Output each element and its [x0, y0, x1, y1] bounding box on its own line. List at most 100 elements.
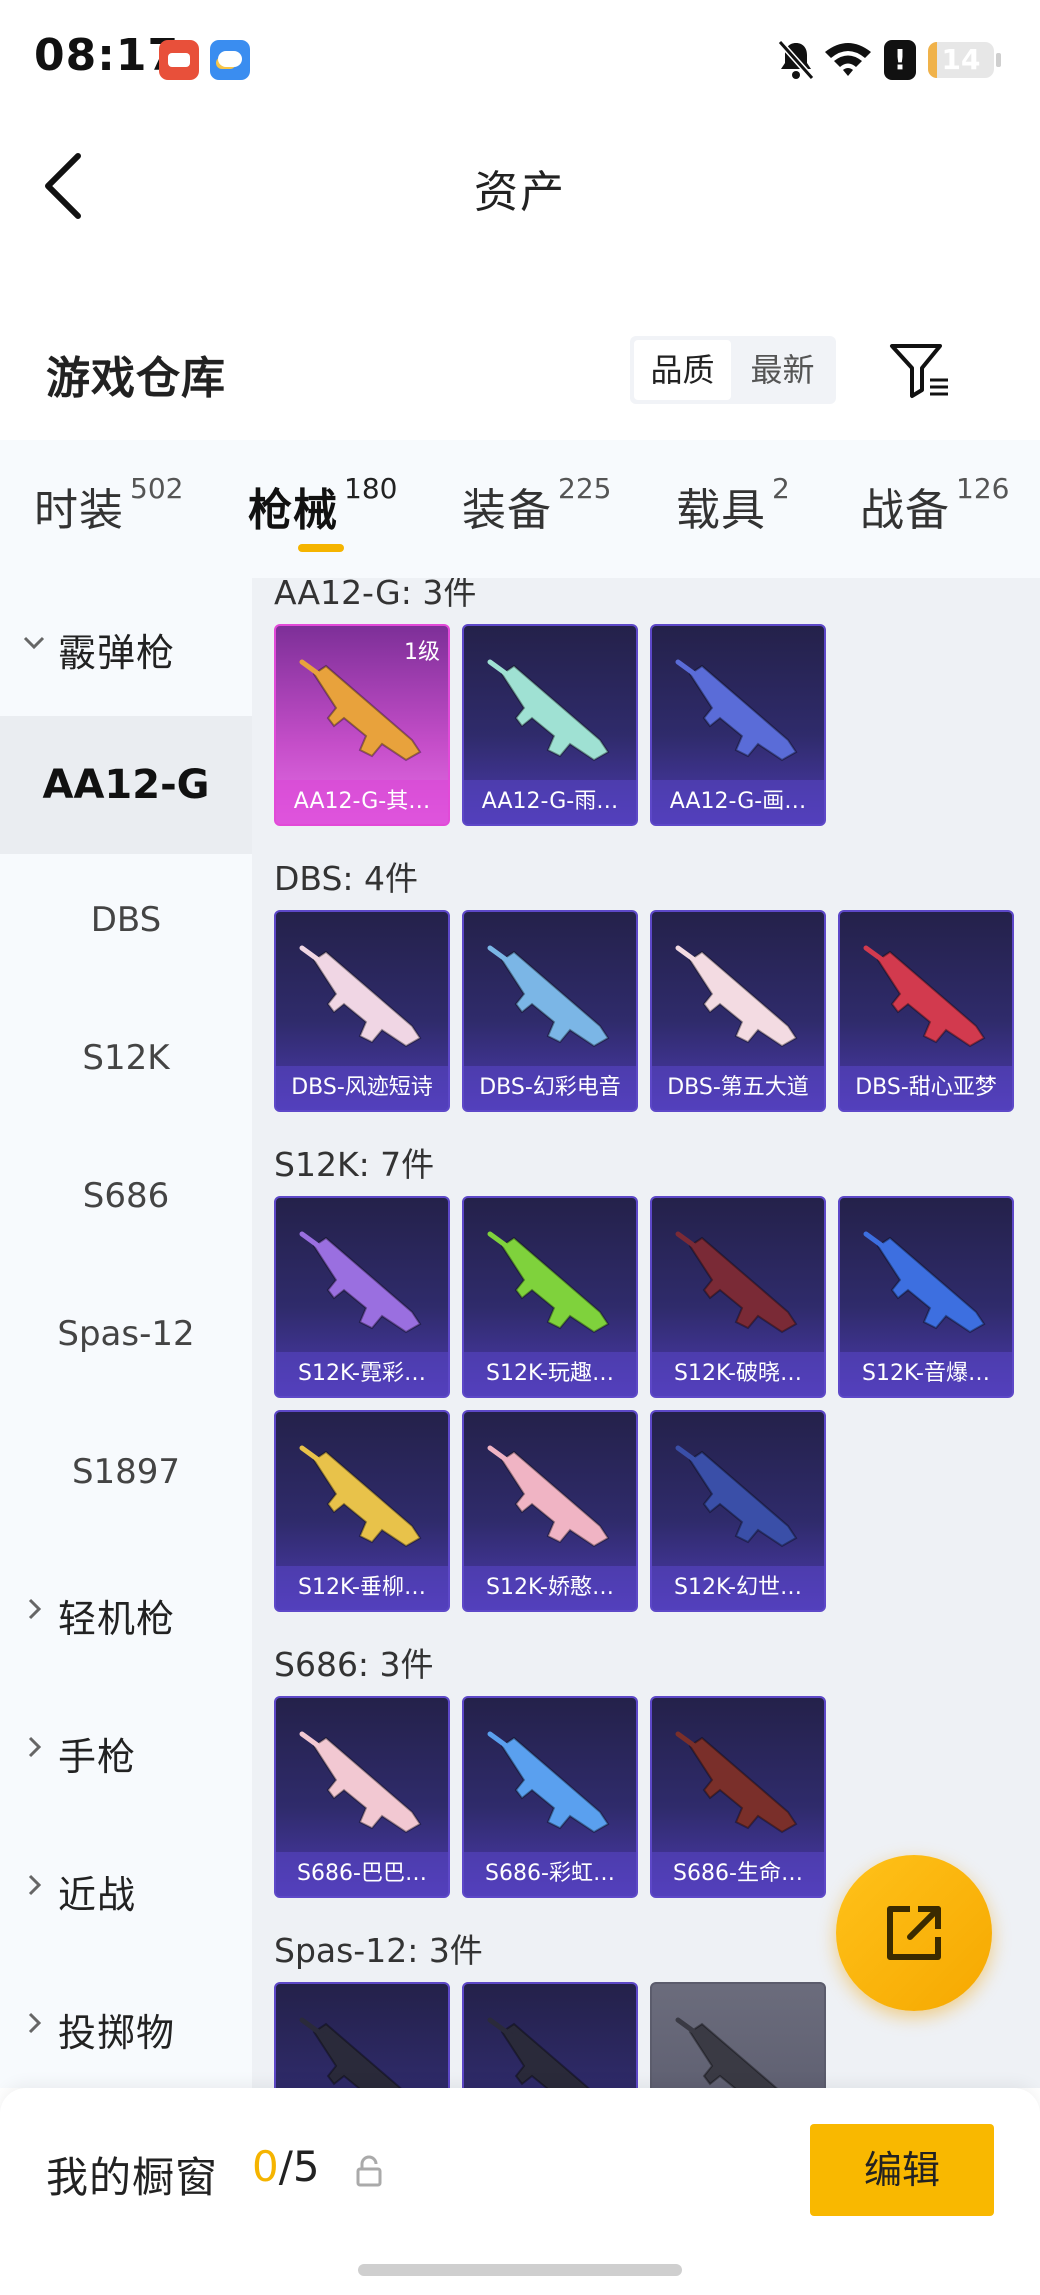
weapon-card[interactable]: S12K-娇憨… — [462, 1410, 638, 1612]
weapon-card[interactable]: S686-彩虹… — [462, 1696, 638, 1898]
tab-vehicles[interactable]: 载具 2 — [676, 472, 790, 538]
shotgun-icon — [675, 2017, 778, 2088]
wifi-icon — [825, 43, 871, 76]
weapon-card[interactable]: 1级 AA12-G-其… — [274, 624, 450, 826]
shotgun-icon — [675, 1445, 798, 1548]
tab-count: 225 — [558, 472, 612, 505]
sidebar-item[interactable]: S12K — [0, 992, 252, 1130]
shotgun-icon — [299, 945, 422, 1048]
sort-option-newest[interactable]: 最新 — [734, 340, 831, 400]
sidebar-item[interactable]: DBS — [0, 854, 252, 992]
weapon-card[interactable] — [650, 1982, 826, 2088]
sidebar-item[interactable]: AA12-G — [0, 716, 252, 854]
sidebar-group[interactable]: 手枪 — [0, 1682, 252, 1820]
weapon-card[interactable]: DBS-甜心亚梦 — [838, 910, 1014, 1112]
weapon-name: S12K-霓彩… — [276, 1352, 448, 1396]
chevron-right-icon — [28, 2012, 42, 2034]
sidebar-item-label: 霰弹枪 — [58, 631, 176, 675]
tab-count: 502 — [130, 472, 184, 505]
weapon-card[interactable]: S686-巴巴… — [274, 1696, 450, 1898]
tab-label: 枪械 — [248, 485, 338, 536]
sidebar-group[interactable]: 近战 — [0, 1820, 252, 1958]
weapon-card[interactable]: S12K-音爆… — [838, 1196, 1014, 1398]
showcase-label: 我的橱窗 — [46, 2153, 219, 2202]
weapon-card[interactable]: S12K-玩趣… — [462, 1196, 638, 1398]
sidebar-group[interactable]: 霰弹枪 — [0, 578, 252, 716]
tab-label: 装备 — [462, 485, 552, 536]
shotgun-icon — [675, 1731, 798, 1834]
sidebar-item[interactable]: S1897 — [0, 1406, 252, 1544]
shotgun-icon — [863, 1231, 986, 1334]
sidebar-item-label: DBS — [90, 900, 162, 940]
tab-guns[interactable]: 枪械 180 — [248, 472, 397, 538]
weapon-card[interactable]: DBS-第五大道 — [650, 910, 826, 1112]
chevron-right-icon — [28, 1598, 42, 1620]
weapon-name: DBS-风迹短诗 — [276, 1066, 448, 1110]
lock-icon — [356, 2155, 382, 2187]
weapon-name: DBS-幻彩电音 — [464, 1066, 636, 1110]
alert-icon: ! — [884, 40, 916, 80]
weapon-name: S686-彩虹… — [464, 1852, 636, 1896]
shotgun-icon — [299, 659, 422, 762]
sidebar-item-label: 近战 — [58, 1873, 137, 1917]
page-title: 资产 — [474, 167, 566, 218]
shotgun-icon — [675, 1231, 798, 1334]
weapon-card[interactable]: S12K-幻世… — [650, 1410, 826, 1612]
sidebar-group[interactable]: 投掷物 — [0, 1958, 252, 2096]
weapon-level: 1级 — [404, 640, 440, 665]
weapon-card[interactable]: AA12-G-画… — [650, 624, 826, 826]
sidebar-item[interactable]: S686 — [0, 1130, 252, 1268]
battery-tip — [996, 53, 1001, 67]
weapon-card[interactable]: S686-生命… — [650, 1696, 826, 1898]
weapon-card[interactable]: S12K-破晓… — [650, 1196, 826, 1398]
filter-icon[interactable] — [888, 340, 952, 400]
weapon-card[interactable]: DBS-幻彩电音 — [462, 910, 638, 1112]
shotgun-icon — [487, 1445, 610, 1548]
weapon-name: S12K-幻世… — [652, 1566, 824, 1610]
sidebar-item-label: S12K — [82, 1038, 170, 1078]
sidebar-group[interactable]: 轻机枪 — [0, 1544, 252, 1682]
showcase-total: 5 — [292, 2142, 320, 2191]
app-video-icon — [159, 40, 199, 80]
tab-fashion[interactable]: 时装 502 — [34, 472, 184, 538]
weapon-name: S12K-破晓… — [652, 1352, 824, 1396]
weapon-name: S12K-垂柳… — [276, 1566, 448, 1610]
weapon-name: DBS-甜心亚梦 — [840, 1066, 1012, 1110]
chevron-right-icon — [28, 1736, 42, 1758]
weapon-card[interactable] — [462, 1982, 638, 2088]
group-header: S12K: 7件 — [274, 1145, 435, 1184]
weapon-card[interactable]: S12K-垂柳… — [274, 1410, 450, 1612]
tab-equipment[interactable]: 装备 225 — [462, 472, 612, 538]
weapon-card[interactable]: AA12-G-雨… — [462, 624, 638, 826]
shotgun-icon — [487, 2017, 590, 2088]
showcase-count: 0/5 — [252, 2142, 320, 2191]
shotgun-icon — [863, 945, 986, 1048]
status-time: 08:17 — [34, 30, 180, 81]
tab-count: 2 — [772, 472, 790, 505]
tab-label: 时装 — [34, 485, 124, 536]
edit-button[interactable]: 编辑 — [810, 2124, 994, 2216]
sidebar-item[interactable]: Spas-12 — [0, 1268, 252, 1406]
battery-icon: 14 — [928, 42, 994, 78]
weapon-name: S686-巴巴… — [276, 1852, 448, 1896]
sidebar-item-label: Spas-12 — [57, 1314, 195, 1354]
weapon-name: AA12-G-其… — [276, 780, 448, 824]
bell-off-icon — [777, 40, 815, 80]
tab-count: 126 — [956, 472, 1010, 505]
active-tab-indicator — [298, 544, 344, 552]
tab-supplies[interactable]: 战备 126 — [860, 472, 1010, 538]
group-header: DBS: 4件 — [274, 859, 419, 898]
sidebar-item-label: 轻机枪 — [58, 1597, 176, 1641]
weapon-card[interactable]: DBS-风迹短诗 — [274, 910, 450, 1112]
share-button[interactable] — [836, 1855, 992, 2011]
weapon-card[interactable] — [274, 1982, 450, 2088]
status-bar: 08:17 ! 14 — [0, 0, 1040, 120]
weapon-name: DBS-第五大道 — [652, 1066, 824, 1110]
weapon-card[interactable]: S12K-霓彩… — [274, 1196, 450, 1398]
share-external-icon — [887, 1906, 941, 1960]
sidebar-item-label: 手枪 — [58, 1735, 137, 1779]
weapon-name: AA12-G-雨… — [464, 780, 636, 824]
sort-option-quality[interactable]: 品质 — [634, 340, 731, 400]
chevron-down-icon — [23, 636, 45, 650]
weapon-name: S12K-娇憨… — [464, 1566, 636, 1610]
